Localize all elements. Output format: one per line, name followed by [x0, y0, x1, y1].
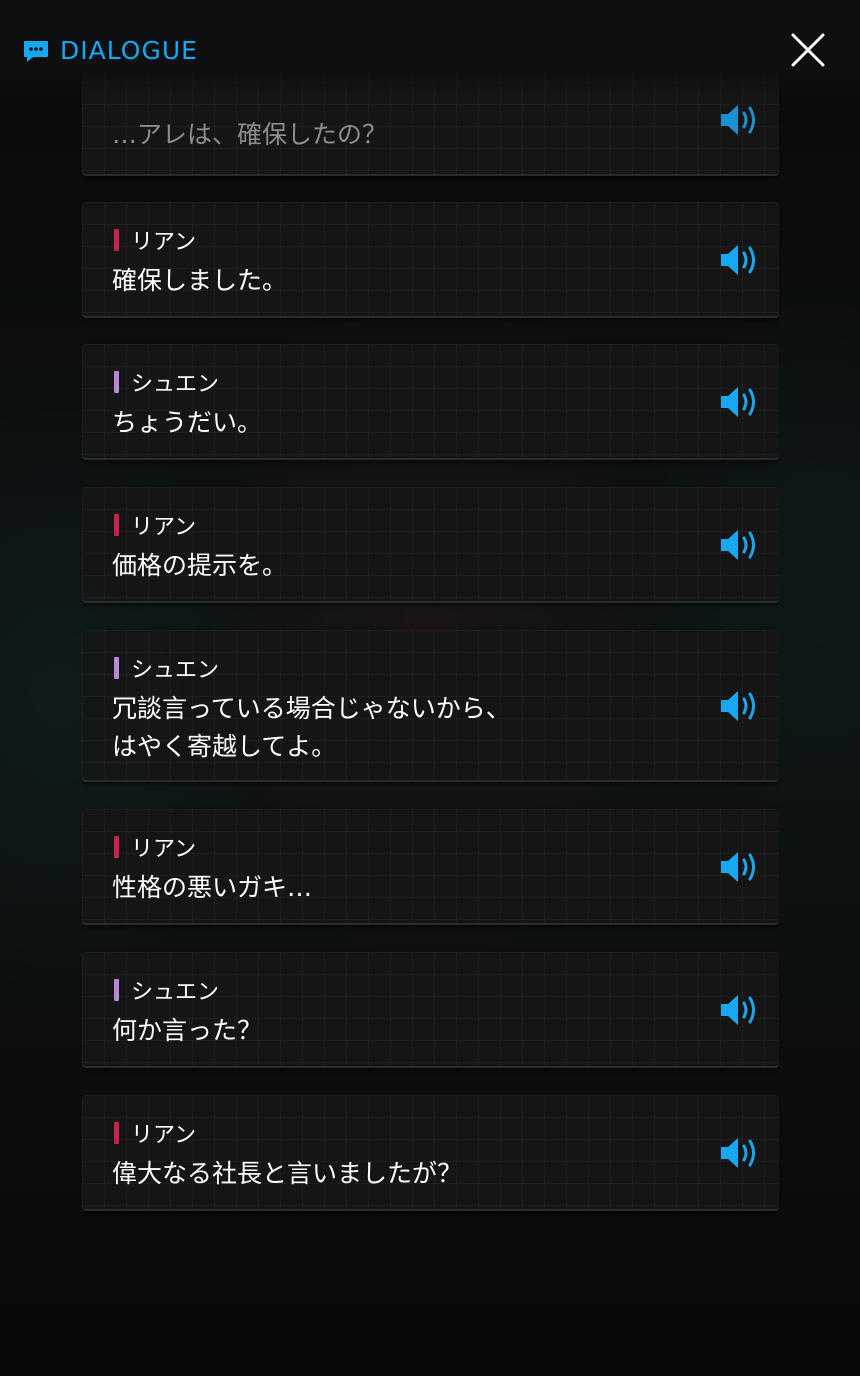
speaker-name: シュエン — [131, 658, 220, 683]
dialogue-line: 何か言った？ — [112, 1016, 263, 1045]
speaker-name-row: リアン — [114, 224, 196, 256]
play-voice-button[interactable] — [719, 1135, 763, 1171]
speaker-color-bar — [114, 371, 119, 393]
speaker-color-bar — [114, 657, 119, 679]
speaker-volume-icon — [719, 242, 763, 278]
dialogue-line: 冗談言っている場合じゃないから、 はやく寄越してよ。 — [112, 694, 511, 761]
page-title: DIALOGUE — [60, 36, 198, 65]
speaker-color-bar — [114, 979, 119, 1001]
play-voice-button[interactable] — [719, 242, 763, 278]
dialogue-entry: シュエン 冗談言っている場合じゃないから、 はやく寄越してよ。 — [82, 630, 779, 782]
speaker-volume-icon — [719, 992, 763, 1028]
dialogue-entry: シュエン ちょうだい。 — [82, 344, 779, 460]
dialogue-line: 価格の提示を。 — [112, 551, 288, 580]
dialogue-line: 性格の悪いガキ… — [112, 873, 313, 902]
speaker-volume-icon — [719, 849, 763, 885]
dialogue-entry: リアン 偉大なる社長と言いましたが？ — [82, 1095, 779, 1211]
play-voice-button[interactable] — [719, 527, 763, 563]
title-group: DIALOGUE — [22, 36, 198, 65]
speaker-name-row: リアン — [114, 831, 196, 863]
speaker-color-bar — [114, 514, 119, 536]
dialogue-line: …アレは、確保したの？ — [112, 120, 388, 149]
speaker-name: リアン — [131, 837, 197, 862]
speaker-name-row: シュエン — [114, 652, 219, 684]
play-voice-button[interactable] — [719, 849, 763, 885]
dialogue-line: ちょうだい。 — [112, 408, 263, 437]
speaker-volume-icon — [719, 527, 763, 563]
speaker-name-row: シュエン — [114, 974, 219, 1006]
play-voice-button[interactable] — [719, 992, 763, 1028]
speaker-volume-icon — [719, 102, 763, 138]
dialogue-line: 確保しました。 — [112, 266, 288, 295]
dialogue-entry: シュエン 何か言った？ — [82, 952, 779, 1068]
speaker-volume-icon — [719, 688, 763, 724]
speaker-name: リアン — [131, 230, 197, 255]
speaker-color-bar — [114, 229, 119, 251]
close-icon — [790, 32, 826, 68]
header: DIALOGUE — [0, 0, 860, 100]
speaker-name: リアン — [131, 515, 197, 540]
dialogue-entry: リアン 価格の提示を。 — [82, 487, 779, 603]
speaker-name-row: シュエン — [114, 366, 219, 398]
play-voice-button[interactable] — [719, 384, 763, 420]
speaker-volume-icon — [719, 1135, 763, 1171]
speaker-name-row: リアン — [114, 509, 196, 541]
speaker-color-bar — [114, 1122, 119, 1144]
speaker-name: リアン — [131, 1123, 197, 1148]
speaker-volume-icon — [719, 384, 763, 420]
speaker-name-row: リアン — [114, 1117, 196, 1149]
close-button[interactable] — [790, 32, 826, 68]
play-voice-button[interactable] — [719, 102, 763, 138]
play-voice-button[interactable] — [719, 688, 763, 724]
speaker-color-bar — [114, 836, 119, 858]
dialogue-entry: リアン 確保しました。 — [82, 202, 779, 318]
dialogue-entry: リアン 性格の悪いガキ… — [82, 809, 779, 925]
dialogue-log-list[interactable]: …アレは、確保したの？ リアン 確保しました。 シュエン ちょうだい。 リアン — [82, 0, 779, 1376]
speaker-name: シュエン — [131, 372, 220, 397]
speaker-name: シュエン — [131, 980, 220, 1005]
chat-bubble-icon — [22, 37, 50, 65]
dialogue-line: 偉大なる社長と言いましたが？ — [112, 1159, 463, 1188]
